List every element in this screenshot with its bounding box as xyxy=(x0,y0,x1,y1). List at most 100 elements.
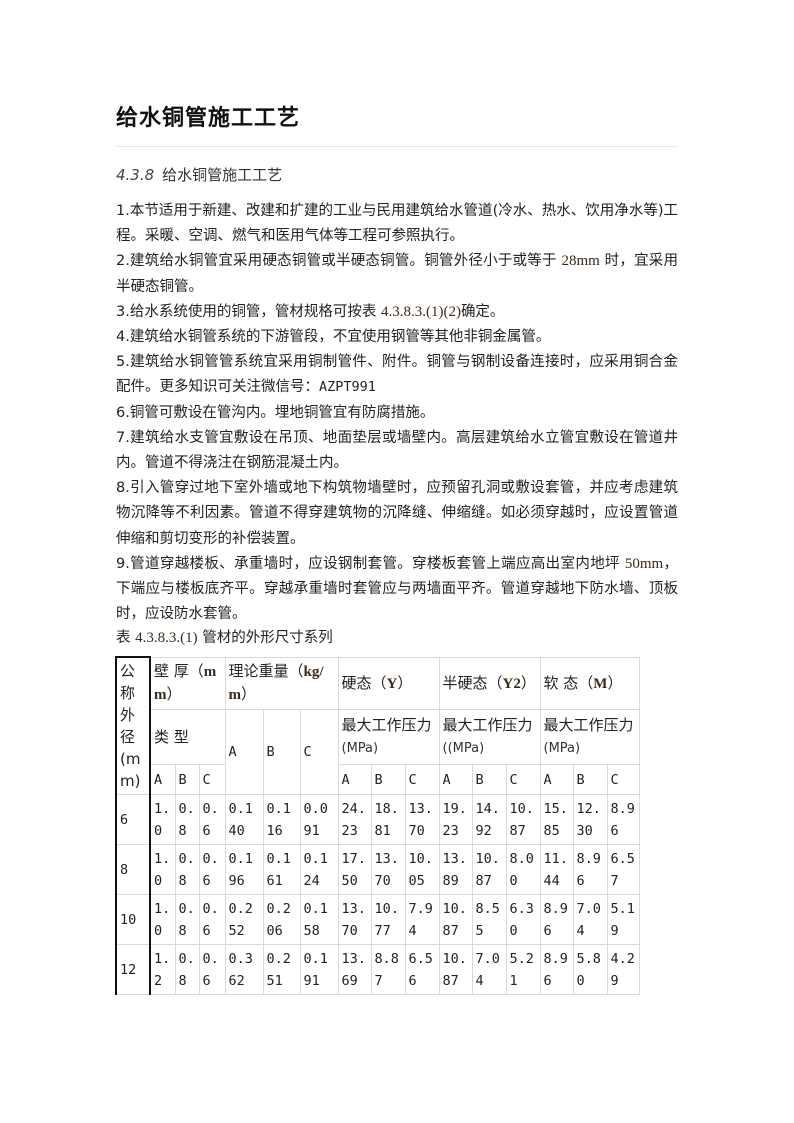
cell-weight-c: 0.158 xyxy=(299,894,339,945)
header-hard-pressure: 最大工作压力 (MPa) xyxy=(337,708,440,765)
paragraph-number: 9. xyxy=(116,555,130,572)
paragraph-text: 引入管穿过地下室外墙或地下构筑物墙壁时，应预留孔洞或敷设套管，并应考虑建筑物沉降… xyxy=(116,480,678,547)
paragraph-number: 3. xyxy=(116,303,130,320)
header-weight-b: B xyxy=(262,708,301,795)
cell-nominal-od: 6 xyxy=(115,794,151,845)
header-row-1: 公称外径(mm) 壁 厚（mm） 理论重量（kg/m） 硬态（Y） 半硬态（Y2… xyxy=(115,656,640,795)
soft-code: M xyxy=(593,675,608,692)
cell-wall-b: 0.8 xyxy=(174,894,200,945)
cell-soft-a: 11.44 xyxy=(539,844,574,895)
body-text: 1.本节适用于新建、改建和扩建的工业与民用建筑给水管道(冷水、热水、饮用净水等)… xyxy=(116,199,678,649)
half-hard-code: Y2 xyxy=(502,675,521,692)
table-row: 6 1.0 0.8 0.6 0.140 0.116 0.091 24.23 18.81 13.70… xyxy=(115,794,640,845)
paragraph-6: 6.铜管可敷设在管沟内。埋地铜管宜有防腐措施。 xyxy=(116,401,678,426)
cell-wall-b: 0.8 xyxy=(174,794,200,845)
title-divider xyxy=(116,146,678,147)
table-row: 12 1.2 0.8 0.6 0.362 0.251 0.191 13.69 8.87 6.56 1… xyxy=(115,944,640,995)
header-row-3: A B C A B C A B C A B C xyxy=(116,764,640,795)
header-hard-temper: 硬态（Y） xyxy=(337,656,440,710)
cell-wall-c: 0.6 xyxy=(198,794,226,845)
paragraph-1: 1.本节适用于新建、改建和扩建的工业与民用建筑给水管道(冷水、热水、饮用净水等)… xyxy=(116,199,678,249)
pressure-unit: ((MPa) xyxy=(442,740,485,756)
paragraph-4: 4.建筑给水铜管系统的下游管段，不宜使用钢管等其他非铜金属管。 xyxy=(116,325,678,350)
cell-soft-b: 8.96 xyxy=(572,844,608,895)
cell-wall-c: 0.6 xyxy=(198,944,226,995)
paragraph-text: 建筑给水支管宜敷设在吊顶、地面垫层或墙壁内。高层建筑给水立管宜敷设在管道井内。管… xyxy=(116,429,678,472)
half-hard-label: 半硬态（ xyxy=(442,673,503,692)
caption-number: 4.3.8.3.(1) xyxy=(135,630,198,647)
cell-hard-c: 7.94 xyxy=(404,894,440,945)
cell-half-hard-c: 8.00 xyxy=(505,844,541,895)
cell-weight-c: 0.191 xyxy=(299,944,339,995)
cell-hard-c: 10.05 xyxy=(404,844,440,895)
paragraph-number: 6. xyxy=(116,404,130,421)
cell-hard-a: 17.50 xyxy=(337,844,372,895)
cell-wall-a: 1.2 xyxy=(149,944,176,995)
document-title: 给水铜管施工工艺 xyxy=(116,105,301,131)
cell-weight-c: 0.124 xyxy=(299,844,339,895)
paragraph-text: 建筑给水铜管管系统宜采用铜制管件、附件。铜管与钢制设备连接时，应采用铜合金配件。… xyxy=(116,354,678,396)
pressure-label: 最大工作压力 xyxy=(442,715,533,734)
cell-half-hard-b: 7.04 xyxy=(471,944,507,995)
header-weight-a: A xyxy=(224,708,264,795)
header-wall-a: A xyxy=(149,764,176,795)
cell-hard-b: 8.87 xyxy=(370,944,406,995)
cell-half-hard-b: 10.87 xyxy=(471,844,507,895)
hard-code: Y xyxy=(386,675,398,692)
header-nominal-od-text: 公称外径(mm) xyxy=(120,662,141,790)
cell-soft-a: 15.85 xyxy=(539,794,574,845)
paragraph-number: 2. xyxy=(116,253,130,270)
paragraph-text: 铜管可敷设在管沟内。埋地铜管宜有防腐措施。 xyxy=(129,404,435,421)
soft-label: 软 态（ xyxy=(543,673,594,692)
header-wall-b: B xyxy=(174,764,200,795)
table-row: 8 1.0 0.8 0.6 0.196 0.161 0.124 17.50 13.70 10.05… xyxy=(115,844,640,895)
header-hard-c: C xyxy=(404,764,440,795)
cell-nominal-od: 10 xyxy=(115,894,151,945)
cell-wall-a: 1.0 xyxy=(149,844,176,895)
header-hard-b: B xyxy=(370,764,406,795)
caption-text: 管材的外形尺寸系列 xyxy=(197,630,333,647)
header-hard-a: A xyxy=(337,764,372,795)
soft-paren: ） xyxy=(607,673,623,692)
paragraph-text: 本节适用于新建、改建和扩建的工业与民用建筑给水管道(冷水、热水、饮用净水等)工程… xyxy=(116,203,678,245)
paragraph-2: 2.建筑给水铜管宜采用硬态铜管或半硬态铜管。铜管外径小于或等于 28mm 时，宜… xyxy=(116,249,678,299)
cell-weight-b: 0.161 xyxy=(262,844,301,895)
paragraph-7: 7.建筑给水支管宜敷设在吊顶、地面垫层或墙壁内。高层建筑给水立管宜敷设在管道井内… xyxy=(116,426,678,476)
wall-paren: ） xyxy=(166,684,182,703)
paragraph-number: 4. xyxy=(116,329,130,346)
cell-nominal-od: 12 xyxy=(115,944,151,995)
cell-half-hard-a: 10.87 xyxy=(438,894,473,945)
cell-wall-b: 0.8 xyxy=(174,944,200,995)
cell-wall-a: 1.0 xyxy=(149,794,176,845)
wechat-id: AZPT991 xyxy=(319,379,376,396)
cell-wall-c: 0.6 xyxy=(198,844,226,895)
cell-half-hard-c: 5.21 xyxy=(505,944,541,995)
pressure-label: 最大工作压力 xyxy=(341,715,432,734)
cell-hard-c: 6.56 xyxy=(404,944,440,995)
paragraph-number: 1. xyxy=(116,203,130,219)
paragraph-measure: 50mm xyxy=(624,555,664,572)
header-soft-temper: 软 态（M） xyxy=(539,656,640,710)
hard-paren: ） xyxy=(397,673,413,692)
cell-half-hard-b: 8.55 xyxy=(471,894,507,945)
cell-soft-c: 5.19 xyxy=(606,894,640,945)
header-half-hard-b: B xyxy=(471,764,507,795)
hard-label: 硬态（ xyxy=(341,673,387,692)
cell-soft-c: 6.57 xyxy=(606,844,640,895)
header-soft-b: B xyxy=(572,764,608,795)
section-number: 4.3.8 xyxy=(116,166,155,184)
table-reference: 4.3.8.3.(1)(2) xyxy=(380,303,461,320)
paragraph-8: 8.引入管穿过地下室外墙或地下构筑物墙壁时，应预留孔洞或敷设套管，并应考虑建筑物… xyxy=(116,476,678,552)
cell-soft-b: 7.04 xyxy=(572,894,608,945)
header-soft-a: A xyxy=(539,764,574,795)
cell-soft-a: 8.96 xyxy=(539,944,574,995)
paragraph-text: 建筑给水铜管系统的下游管段，不宜使用钢管等其他非铜金属管。 xyxy=(129,329,551,346)
header-row-2: 类 型 A B C 最大工作压力 (MPa) 最大工作压力 ((MPa) 最大工作压… xyxy=(116,708,640,795)
table-caption: 表 4.3.8.3.(1) 管材的外形尺寸系列 xyxy=(116,627,678,649)
cell-weight-a: 0.362 xyxy=(224,944,264,995)
cell-hard-b: 13.70 xyxy=(370,844,406,895)
paragraph-number: 5. xyxy=(116,354,130,371)
paragraph-9: 9.管道穿越楼板、承重墙时，应设钢制套管。穿楼板套管上端应高出室内地坪 50mm… xyxy=(116,552,678,628)
pressure-unit: (MPa) xyxy=(543,740,581,756)
cell-weight-a: 0.140 xyxy=(224,794,264,845)
